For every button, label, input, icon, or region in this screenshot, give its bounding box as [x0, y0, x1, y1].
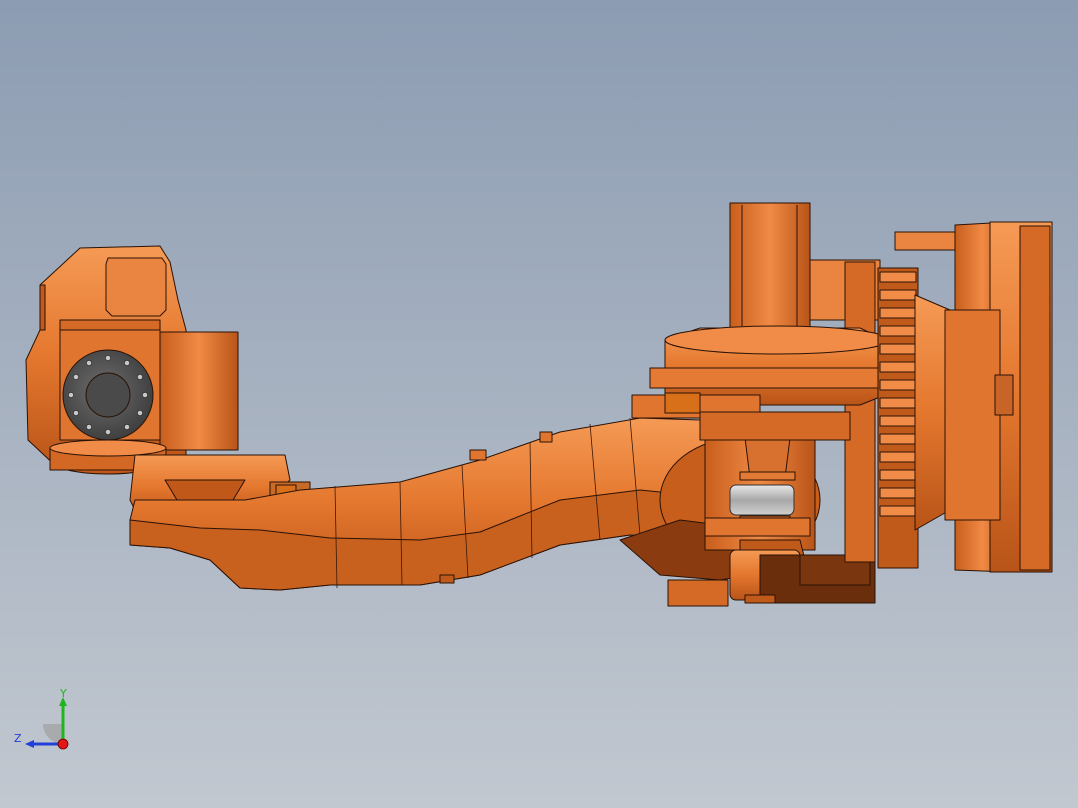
coordinate-triad: Y Z: [10, 686, 80, 756]
x-axis-point: [57, 738, 69, 750]
motor-fins: [877, 267, 951, 569]
triad-graphic: [25, 697, 69, 750]
z-axis-label: Z: [14, 732, 22, 745]
y-axis-label: Y: [60, 687, 67, 700]
tool-flange: [62, 349, 154, 441]
z-axis-arrowhead: [25, 740, 34, 748]
graphics-viewport[interactable]: Y Z: [0, 0, 1078, 808]
robot-arm-model[interactable]: [0, 0, 1078, 808]
